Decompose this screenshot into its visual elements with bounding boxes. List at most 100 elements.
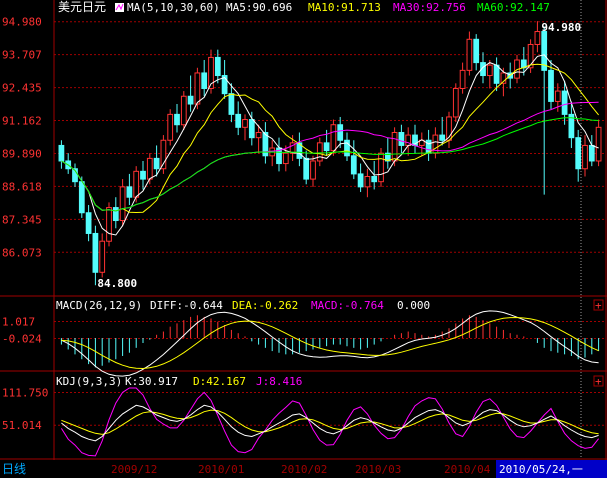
candle-body — [255, 131, 262, 139]
candle-body — [248, 119, 255, 139]
candle-body — [548, 69, 554, 102]
price-tick-label: 94.980 — [2, 16, 42, 29]
kdj-panel-header: KDJ(9,3,3) K:30.917 D:42.167 J:8.416 + — [56, 375, 604, 388]
candle-body — [99, 240, 106, 273]
candle-body — [133, 170, 140, 198]
macd-grid — [54, 320, 606, 339]
macd-dea-line — [61, 316, 599, 370]
candle-body — [588, 144, 595, 162]
candle-body — [235, 113, 242, 128]
symbol-title: 美元日元 — [58, 0, 106, 14]
macd-diff-line — [61, 310, 599, 377]
candle-body — [180, 95, 187, 126]
candle-body — [459, 69, 466, 89]
candle-body — [561, 90, 568, 115]
candle-body — [371, 176, 378, 183]
chart-canvas: 美元日元 MA(5,10,30,60) MA5:90.696 MA10:91.7… — [0, 0, 607, 478]
low-annotation: 84.800 — [97, 277, 137, 290]
candle-body — [534, 31, 541, 45]
candle-body — [106, 207, 112, 242]
candle-body — [439, 134, 446, 141]
macd-extra-value: 0.000 — [397, 299, 430, 312]
macd-tick-label: -0.024 — [2, 332, 42, 345]
candle-body — [310, 160, 316, 180]
candle-body — [350, 155, 357, 175]
candle-body — [167, 113, 174, 141]
kdj-lines — [60, 387, 599, 457]
date-label-2: 2010/01 — [198, 463, 244, 476]
kdj-expand-icon: + — [595, 375, 602, 388]
kdj-d-value: D:42.167 — [193, 375, 246, 388]
macd-expand-icon: + — [595, 299, 602, 312]
date-label-5: 2010/04 — [444, 463, 491, 476]
candle-body — [78, 181, 85, 214]
kdj-j-line — [60, 387, 599, 457]
kdj-name: KDJ(9,3,3) — [56, 375, 122, 388]
candle-body — [126, 186, 133, 198]
date-label-4: 2010/03 — [355, 463, 401, 476]
candle-body — [364, 176, 371, 188]
ma30-value: MA30:92.756 — [393, 1, 466, 14]
period-tab-label[interactable]: 日线 — [2, 462, 26, 476]
kdj-tick-label: 51.014 — [2, 419, 42, 432]
candle-body — [242, 119, 248, 128]
candle-body — [330, 124, 337, 152]
ma60-value: MA60:92.147 — [477, 1, 550, 14]
candle-body — [398, 131, 405, 146]
candle-body — [282, 152, 289, 165]
macd-y-axis: 1.017 -0.024 — [2, 315, 42, 345]
candle-body — [194, 72, 201, 105]
price-panel-header: 美元日元 MA(5,10,30,60) MA5:90.696 MA10:91.7… — [58, 0, 550, 14]
date-axis: 日线 2009/12 2010/01 2010/02 2010/03 2010/… — [0, 460, 607, 478]
candle-body — [214, 56, 221, 77]
macd-dea-value: DEA:-0.262 — [232, 299, 298, 312]
candle-body — [58, 144, 65, 162]
candle-body — [582, 144, 588, 170]
candle-body — [486, 64, 493, 77]
ma5-line — [61, 54, 599, 236]
candle-body — [140, 170, 146, 180]
price-tick-label: 91.162 — [2, 115, 42, 128]
moving-average-lines — [61, 54, 599, 236]
macd-name: MACD(26,12,9) — [56, 299, 142, 312]
ma60-line — [61, 117, 599, 212]
kdj-grid — [54, 391, 606, 426]
candle-body — [153, 157, 160, 170]
candle-body — [493, 64, 500, 84]
macd-histogram — [60, 315, 600, 368]
candle-body — [554, 90, 561, 102]
ma5-value: MA5:90.696 — [226, 1, 292, 14]
price-y-axis: 94.980 93.707 92.435 91.162 89.890 88.618 87.3… — [2, 16, 42, 260]
price-tick-label: 92.435 — [2, 82, 42, 95]
macd-tick-label: 1.017 — [2, 315, 35, 328]
candle-body — [228, 93, 235, 115]
price-annotations: 94.980 84.800 — [97, 21, 581, 290]
ma10-line — [61, 63, 599, 214]
candle-body — [466, 38, 473, 71]
candle-body — [316, 142, 323, 162]
macd-panel-header: MACD(26,12,9) DIFF:-0.644 DEA:-0.262 MAC… — [56, 299, 604, 312]
candle-body — [146, 157, 153, 180]
kdj-k-line — [61, 404, 599, 442]
candle-body — [112, 207, 119, 222]
price-tick-label: 88.618 — [2, 180, 42, 193]
price-tick-label: 89.890 — [2, 147, 42, 160]
candle-body — [303, 157, 310, 180]
stock-chart-window: 美元日元 MA(5,10,30,60) MA5:90.696 MA10:91.7… — [0, 0, 607, 478]
candle-body — [595, 126, 602, 162]
date-label-3: 2010/02 — [281, 463, 327, 476]
ma30-line — [61, 101, 599, 212]
kdj-k-value: K:30.917 — [125, 375, 178, 388]
price-grid — [54, 21, 606, 253]
kdj-d-line — [61, 409, 599, 435]
kdj-tick-label: 111.750 — [2, 386, 48, 399]
candle-body — [378, 152, 384, 183]
cursor-date: 2010/05/24,一 — [499, 463, 583, 476]
high-annotation: 94.980 — [541, 21, 581, 34]
price-tick-label: 87.345 — [2, 213, 42, 226]
candle-body — [174, 113, 180, 126]
ma-label: MA(5,10,30,60) — [127, 1, 220, 14]
candle-body — [357, 173, 364, 188]
date-label-1: 2009/12 — [111, 463, 157, 476]
macd-diff-value: DIFF:-0.644 — [150, 299, 223, 312]
